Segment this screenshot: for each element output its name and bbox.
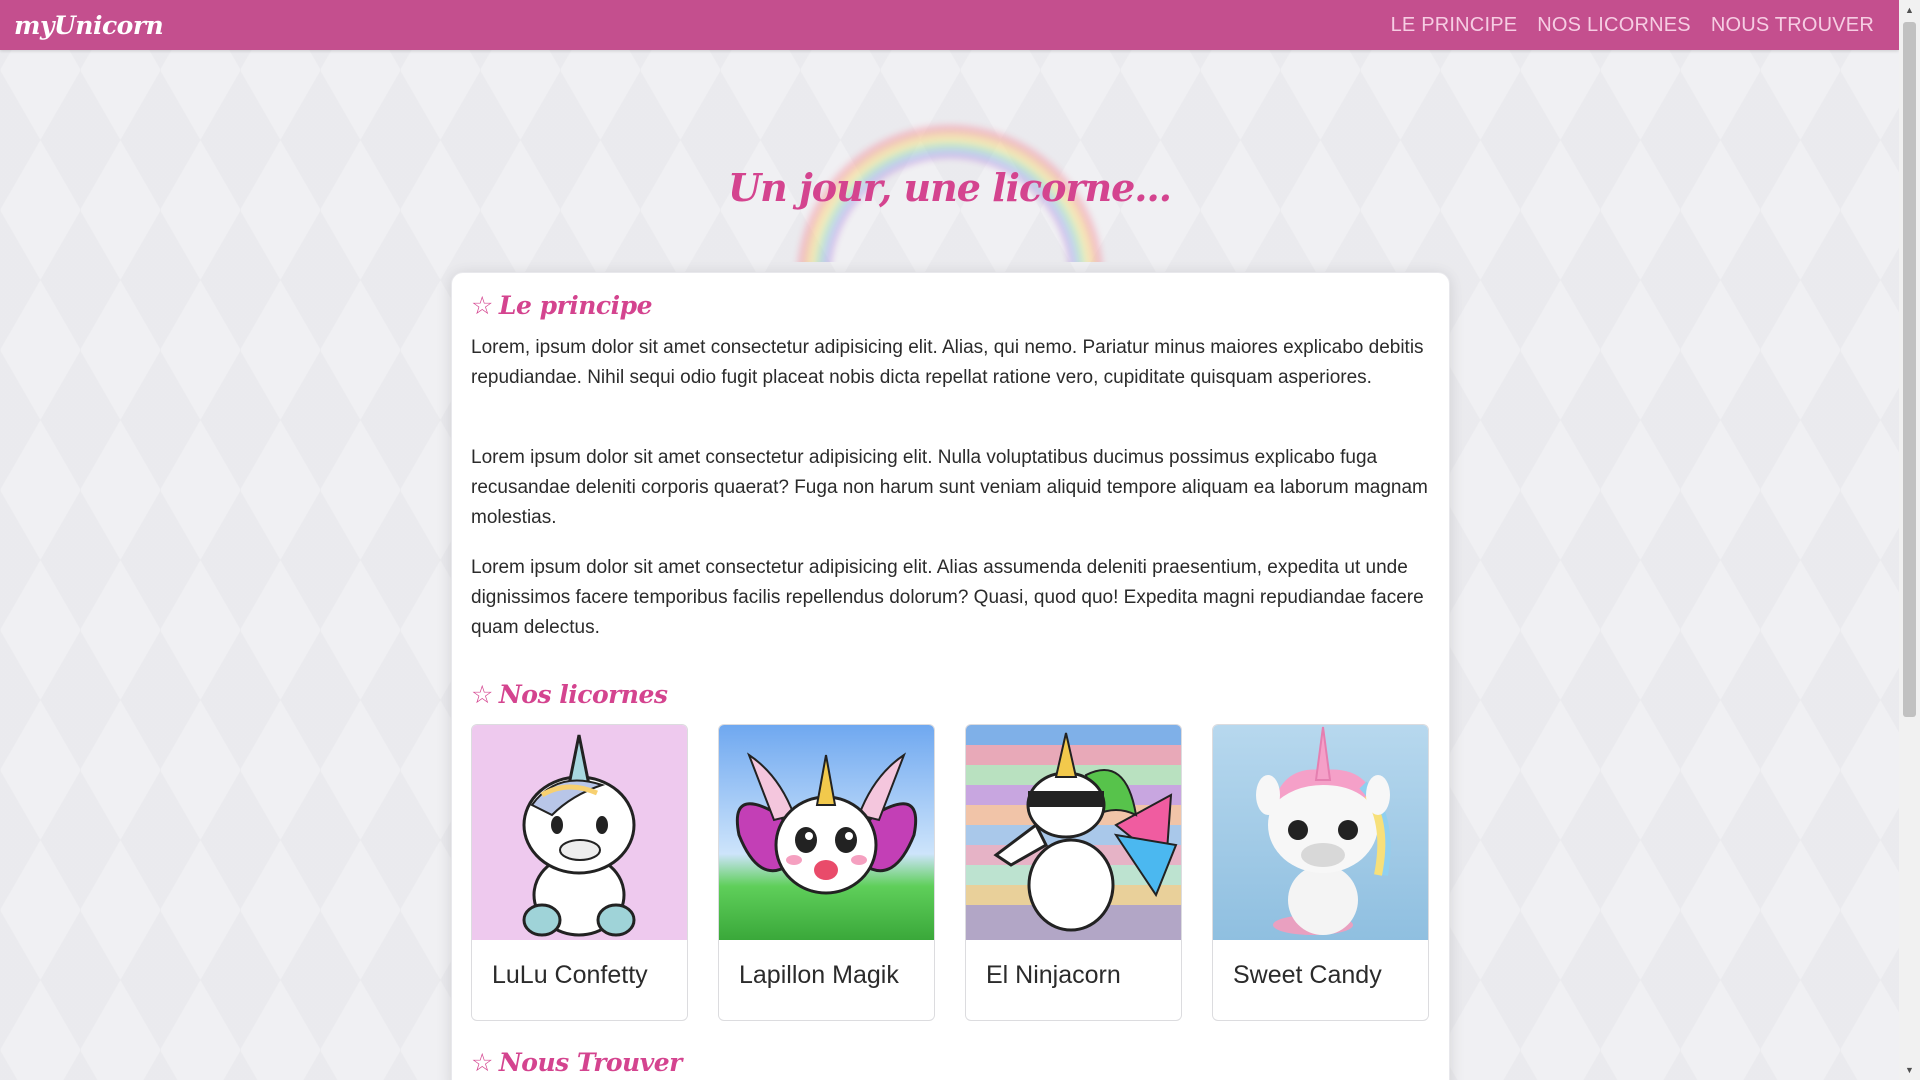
page-scrollbar[interactable]: ▲ ▼ — [1899, 0, 1920, 1080]
unicorn-card-lapillon-magik[interactable]: Lapillon Magik — [718, 724, 935, 1021]
butterfly-unicorn-icon — [719, 725, 934, 940]
unicorn-name: Lapillon Magik — [739, 961, 899, 989]
candy-unicorn-icon — [1213, 725, 1428, 940]
section-title-text: Nous Trouver — [498, 1048, 682, 1077]
nav-link-nous-trouver[interactable]: NOUS TROUVER — [1711, 14, 1874, 37]
principe-paragraph: Lorem ipsum dolor sit amet consectetur a… — [471, 557, 1424, 638]
section-title-text: Nos licornes — [498, 680, 668, 709]
scroll-up-arrow-icon[interactable]: ▲ — [1899, 0, 1920, 20]
star-icon: ☆ — [471, 680, 493, 709]
nav-link-le-principe[interactable]: LE PRINCIPE — [1391, 14, 1518, 37]
ninja-unicorn-icon — [966, 725, 1181, 940]
hero-title: Un jour, une licorne... — [728, 165, 1172, 210]
white-unicorn-icon — [472, 725, 687, 940]
section-title-licornes: ☆ Nos licornes — [471, 680, 668, 709]
scroll-down-arrow-icon[interactable]: ▼ — [1899, 1060, 1920, 1080]
content-card: ☆ Le principe Lorem, ipsum dolor sit amet… — [451, 272, 1450, 1080]
navbar: myUnicorn LE PRINCIPE NOS LICORNES NOUS … — [0, 0, 1899, 50]
principe-paragraph: Lorem ipsum dolor sit amet consectetur a… — [471, 447, 1428, 528]
star-icon: ☆ — [471, 1048, 493, 1077]
nav-links: LE PRINCIPE NOS LICORNES NOUS TROUVER — [1391, 14, 1874, 37]
unicorn-name: LuLu Confetty — [492, 961, 648, 989]
section-title-principe: ☆ Le principe — [471, 291, 653, 320]
principe-paragraph: Lorem, ipsum dolor sit amet consectetur … — [471, 337, 1424, 388]
unicorn-name: Sweet Candy — [1233, 961, 1382, 989]
section-title-trouver: ☆ Nous Trouver — [471, 1048, 682, 1077]
scroll-thumb[interactable] — [1903, 22, 1916, 717]
nav-link-nos-licornes[interactable]: NOS LICORNES — [1537, 14, 1691, 37]
section-title-text: Le principe — [498, 291, 653, 320]
unicorn-name: El Ninjacorn — [986, 961, 1121, 989]
unicorn-card-el-ninjacorn[interactable]: El Ninjacorn — [965, 724, 1182, 1021]
star-icon: ☆ — [471, 291, 493, 320]
unicorn-card-sweet-candy[interactable]: Sweet Candy — [1212, 724, 1429, 1021]
brand-logo[interactable]: myUnicorn — [14, 11, 164, 40]
unicorn-card-lulu-confetty[interactable]: LuLu Confetty — [471, 724, 688, 1021]
